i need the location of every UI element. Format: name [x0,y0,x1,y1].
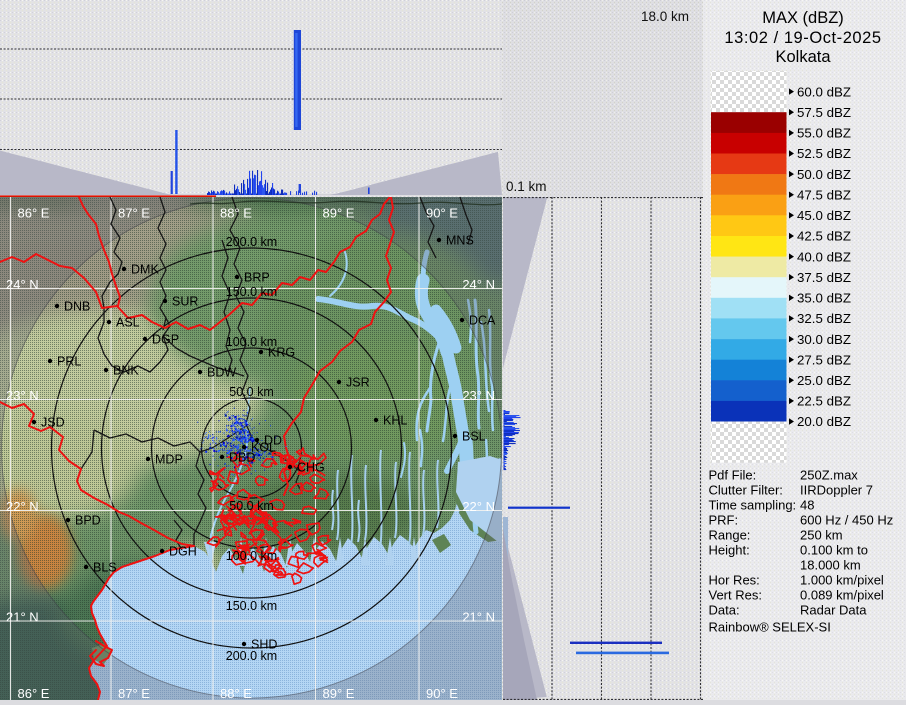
svg-text:22° N: 22° N [6,499,39,514]
svg-text:88° E: 88° E [220,206,252,221]
svg-text:600 Hz / 450 Hz: 600 Hz / 450 Hz [800,513,893,528]
svg-text:Radar Data: Radar Data [800,603,867,618]
svg-text:100.0 km: 100.0 km [226,549,277,563]
svg-text:24° N: 24° N [6,277,39,292]
svg-text:48: 48 [800,498,814,513]
svg-text:BPD: BPD [75,514,101,528]
svg-text:50.0 dBZ: 50.0 dBZ [797,167,851,182]
svg-text:KRG: KRG [268,346,295,360]
svg-text:25.0 dBZ: 25.0 dBZ [797,373,851,388]
svg-text:86° E: 86° E [18,686,50,700]
svg-text:Vert Res:: Vert Res: [709,588,762,603]
svg-text:18.000 km: 18.000 km [800,558,861,573]
svg-text:88° E: 88° E [220,686,252,700]
svg-text:45.0 dBZ: 45.0 dBZ [797,208,851,223]
svg-text:87° E: 87° E [118,206,150,221]
svg-text:22.5 dBZ: 22.5 dBZ [797,394,851,409]
svg-text:50.0 km: 50.0 km [229,499,273,513]
svg-text:Clutter Filter:: Clutter Filter: [709,483,783,498]
svg-text:200.0 km: 200.0 km [226,235,277,249]
svg-text:PRF:: PRF: [709,513,739,528]
svg-text:21° N: 21° N [462,610,495,625]
svg-text:BNK: BNK [113,364,139,378]
svg-text:Pdf File:: Pdf File: [709,468,757,483]
svg-text:DBD: DBD [229,451,255,465]
svg-text:50.0 km: 50.0 km [229,385,273,399]
svg-text:20.0 dBZ: 20.0 dBZ [797,414,851,429]
svg-text:Height:: Height: [709,543,750,558]
svg-text:23° N: 23° N [6,388,39,403]
svg-text:55.0 dBZ: 55.0 dBZ [797,126,851,141]
svg-text:0.1 km: 0.1 km [506,179,547,194]
svg-text:21° N: 21° N [6,610,39,625]
svg-text:0.100 km to: 0.100 km to [800,543,868,558]
svg-text:89° E: 89° E [323,686,355,700]
svg-text:SHD: SHD [251,638,277,652]
svg-text:47.5 dBZ: 47.5 dBZ [797,187,851,202]
svg-text:22° N: 22° N [462,499,495,514]
svg-text:37.5 dBZ: 37.5 dBZ [797,270,851,285]
svg-text:60.0 dBZ: 60.0 dBZ [797,84,851,99]
svg-text:DMK: DMK [131,263,159,277]
svg-text:1.000 km/pixel: 1.000 km/pixel [800,573,884,588]
svg-text:90° E: 90° E [426,206,458,221]
svg-text:JSR: JSR [346,376,370,390]
svg-text:MNS: MNS [446,234,474,248]
svg-text:13:02 / 19-Oct-2025: 13:02 / 19-Oct-2025 [724,29,881,47]
svg-text:KHL: KHL [383,414,407,428]
svg-text:Rainbow® SELEX-SI: Rainbow® SELEX-SI [709,619,831,634]
svg-text:JSD: JSD [41,416,65,430]
svg-text:23° N: 23° N [462,388,495,403]
svg-text:BLS: BLS [93,561,117,575]
svg-text:BSL: BSL [462,430,486,444]
svg-text:MAX (dBZ): MAX (dBZ) [762,9,844,27]
svg-text:0.089 km/pixel: 0.089 km/pixel [800,588,884,603]
svg-text:89° E: 89° E [323,206,355,221]
svg-text:ASL: ASL [116,316,140,330]
svg-text:35.0 dBZ: 35.0 dBZ [797,291,851,306]
svg-text:SUR: SUR [172,295,198,309]
svg-text:27.5 dBZ: 27.5 dBZ [797,352,851,367]
svg-text:18.0 km: 18.0 km [641,9,689,24]
svg-text:BRP: BRP [244,271,270,285]
svg-text:IIRDoppler 7: IIRDoppler 7 [800,483,873,498]
svg-text:87° E: 87° E [118,686,150,700]
svg-text:86° E: 86° E [18,206,50,221]
svg-text:DGP: DGP [152,333,179,347]
svg-text:BDW: BDW [207,366,236,380]
svg-text:DGH: DGH [169,545,197,559]
svg-text:32.5 dBZ: 32.5 dBZ [797,311,851,326]
svg-text:150.0 km: 150.0 km [226,599,277,613]
svg-text:150.0 km: 150.0 km [226,285,277,299]
svg-text:Kolkata: Kolkata [775,48,831,66]
svg-text:Time sampling:: Time sampling: [709,498,797,513]
svg-text:52.5 dBZ: 52.5 dBZ [797,146,851,161]
svg-text:57.5 dBZ: 57.5 dBZ [797,105,851,120]
svg-text:Range:: Range: [709,528,751,543]
svg-text:30.0 dBZ: 30.0 dBZ [797,332,851,347]
svg-text:CHG: CHG [297,461,325,475]
svg-text:DCA: DCA [469,314,496,328]
svg-text:40.0 dBZ: 40.0 dBZ [797,249,851,264]
svg-text:24° N: 24° N [462,277,495,292]
svg-text:DNB: DNB [64,300,90,314]
svg-text:42.5 dBZ: 42.5 dBZ [797,229,851,244]
svg-text:90° E: 90° E [426,686,458,700]
svg-text:MDP: MDP [155,453,183,467]
svg-text:Hor Res:: Hor Res: [709,573,760,588]
svg-text:PRL: PRL [57,355,81,369]
svg-text:Data:: Data: [709,603,740,618]
svg-text:250Z.max: 250Z.max [800,468,858,483]
svg-text:250 km: 250 km [800,528,843,543]
